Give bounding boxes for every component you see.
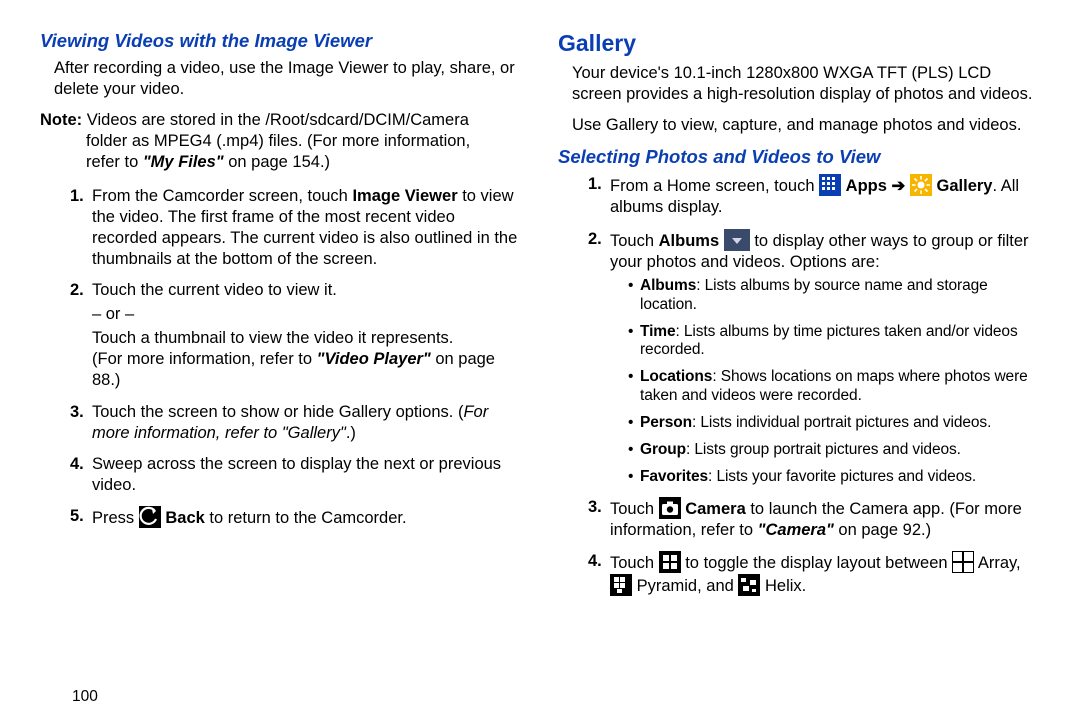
subheading-viewing-videos: Viewing Videos with the Image Viewer: [40, 30, 522, 52]
opt-locations: Locations: Shows locations on maps where…: [628, 368, 1040, 406]
page-number: 100: [72, 688, 98, 706]
gallery-icon: [910, 174, 932, 196]
heading-gallery: Gallery: [558, 30, 1040, 57]
right-steps: 1. From a Home screen, touch Apps ➔ Gall…: [558, 174, 1040, 597]
ref-camera: "Camera": [758, 521, 834, 539]
ref-video-player: "Video Player": [317, 350, 431, 368]
note-label: Note:: [40, 111, 82, 129]
intro-paragraph: After recording a video, use the Image V…: [40, 58, 522, 100]
camera-icon: [659, 497, 681, 519]
r-step-2: 2. Touch Albums to display other ways to…: [588, 229, 1040, 487]
dropdown-icon: [724, 229, 750, 251]
r-step-3: 3. Touch Camera to launch the Camera app…: [588, 497, 1040, 541]
note-line-3b: on page 154.): [224, 153, 330, 171]
left-column: Viewing Videos with the Image Viewer Aft…: [40, 30, 522, 710]
layout-toggle-icon: [659, 551, 681, 573]
r-step-1: 1. From a Home screen, touch Apps ➔ Gall…: [588, 174, 1040, 218]
apps-icon: [819, 174, 841, 196]
ref-my-files: "My Files": [143, 153, 224, 171]
step-3: 3. Touch the screen to show or hide Gall…: [70, 402, 522, 444]
subheading-selecting: Selecting Photos and Videos to View: [558, 146, 1040, 168]
note-line-3a: refer to: [86, 153, 143, 171]
note-line-1: Videos are stored in the /Root/sdcard/DC…: [87, 111, 469, 129]
helix-icon: [738, 574, 760, 596]
r-step-4: 4. Touch to toggle the display layout be…: [588, 551, 1040, 597]
right-column: Gallery Your device's 10.1-inch 1280x800…: [558, 30, 1040, 710]
opt-time: Time: Lists albums by time pictures take…: [628, 323, 1040, 361]
opt-person: Person: Lists individual portrait pictur…: [628, 414, 1040, 433]
arrow-icon: ➔: [892, 177, 910, 195]
manual-page: Viewing Videos with the Image Viewer Aft…: [0, 0, 1080, 720]
step-4: 4. Sweep across the screen to display th…: [70, 454, 522, 496]
opt-group: Group: Lists group portrait pictures and…: [628, 441, 1040, 460]
step-5: 5. Press Back to return to the Camcorder…: [70, 506, 522, 529]
gallery-intro-2: Use Gallery to view, capture, and manage…: [558, 115, 1040, 136]
back-icon: [139, 506, 161, 528]
pyramid-icon: [610, 574, 632, 596]
left-steps: 1. From the Camcorder screen, touch Imag…: [40, 186, 522, 530]
opt-albums: Albums: Lists albums by source name and …: [628, 277, 1040, 315]
step-2: 2. Touch the current video to view it. –…: [70, 280, 522, 392]
note-block: Note: Videos are stored in the /Root/sdc…: [40, 110, 522, 173]
options-list: Albums: Lists albums by source name and …: [610, 277, 1040, 487]
array-icon: [952, 551, 974, 573]
opt-favorites: Favorites: Lists your favorite pictures …: [628, 468, 1040, 487]
step-1: 1. From the Camcorder screen, touch Imag…: [70, 186, 522, 270]
gallery-intro-1: Your device's 10.1-inch 1280x800 WXGA TF…: [558, 63, 1040, 105]
note-line-2: folder as MPEG4 (.mp4) files. (For more …: [86, 131, 522, 152]
